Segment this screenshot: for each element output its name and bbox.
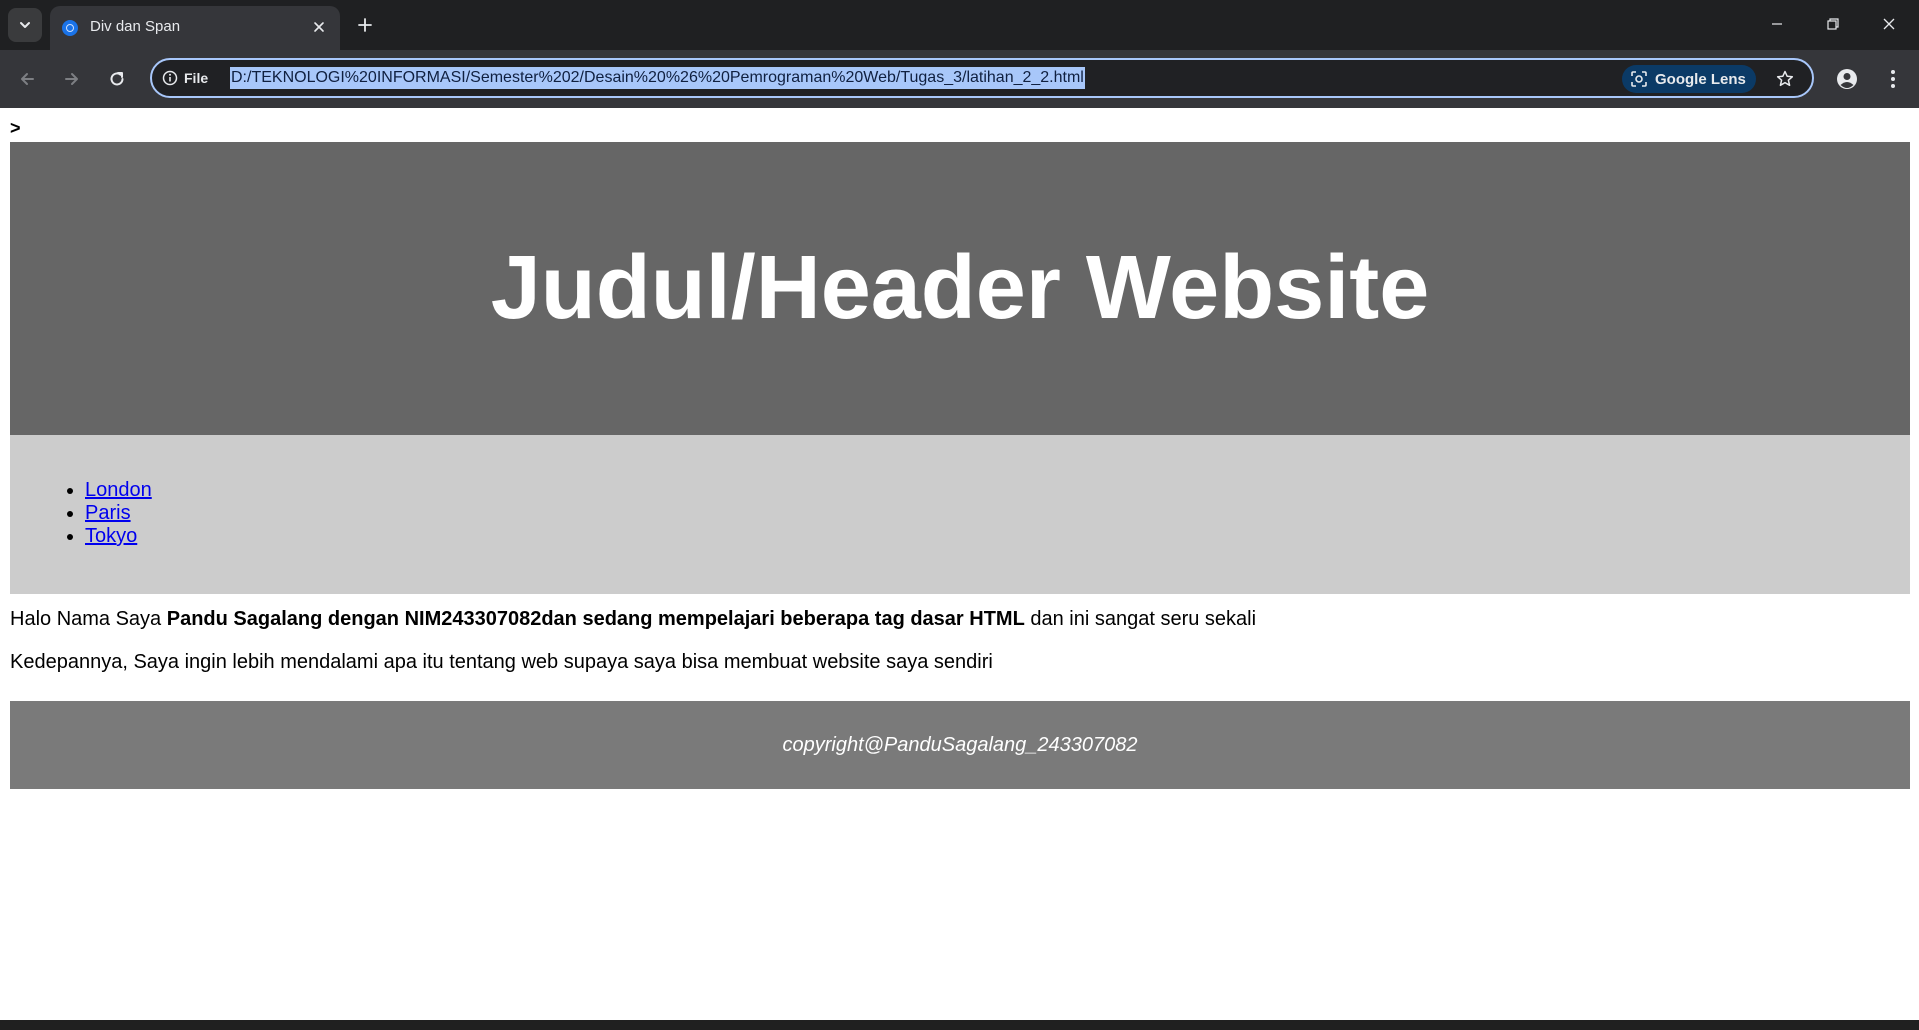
back-button[interactable] bbox=[12, 64, 42, 94]
nav-link-london[interactable]: London bbox=[85, 479, 152, 501]
arrow-right-icon bbox=[65, 73, 78, 85]
stray-text: > bbox=[10, 118, 21, 138]
copyright-text: copyright@PanduSagalang_243307082 bbox=[782, 733, 1138, 756]
restore-icon bbox=[1827, 18, 1839, 30]
list-item: London bbox=[85, 479, 152, 502]
url-input[interactable]: D:/TEKNOLOGI%20INFORMASI/Semester%202/De… bbox=[230, 67, 1085, 89]
site-nav: London Paris Tokyo bbox=[10, 435, 1910, 594]
plus-icon bbox=[358, 18, 372, 32]
list-item: Tokyo bbox=[85, 525, 152, 548]
active-tab[interactable]: Div dan Span bbox=[50, 6, 340, 50]
address-bar[interactable]: File D:/TEKNOLOGI%20INFORMASI/Semester%2… bbox=[150, 58, 1814, 98]
site-footer: copyright@PanduSagalang_243307082 bbox=[10, 701, 1910, 789]
reload-button[interactable] bbox=[102, 64, 132, 94]
intro-bold: Pandu Sagalang dengan NIM243307082dan se… bbox=[166, 608, 1025, 630]
google-lens-button[interactable]: Google Lens bbox=[1622, 65, 1756, 93]
reload-icon bbox=[110, 72, 124, 86]
restore-button[interactable] bbox=[1810, 8, 1856, 40]
bookmark-button[interactable] bbox=[1772, 66, 1798, 92]
page-viewport: > Judul/Header Website London Paris Toky… bbox=[0, 108, 1919, 1020]
tab-title: Div dan Span bbox=[90, 18, 181, 35]
profile-icon bbox=[1837, 69, 1857, 89]
google-lens-label: Google Lens bbox=[1655, 70, 1746, 88]
arrow-left-icon bbox=[21, 73, 34, 85]
nav-list: London Paris Tokyo bbox=[85, 479, 152, 548]
profile-button[interactable] bbox=[1832, 64, 1862, 94]
star-icon bbox=[1776, 70, 1794, 87]
intro-prefix: Halo Nama Saya bbox=[10, 608, 167, 630]
site-info-label: File bbox=[184, 70, 209, 86]
nav-link-paris[interactable]: Paris bbox=[85, 502, 131, 524]
browser-menu-button[interactable] bbox=[1880, 64, 1906, 94]
tab-strip: Div dan Span bbox=[0, 0, 1919, 50]
list-item: Paris bbox=[85, 502, 152, 525]
browser-toolbar: File D:/TEKNOLOGI%20INFORMASI/Semester%2… bbox=[0, 50, 1919, 108]
new-tab-button[interactable] bbox=[352, 12, 378, 38]
close-window-button[interactable] bbox=[1866, 8, 1912, 40]
close-icon bbox=[1883, 18, 1895, 30]
site-info-button[interactable]: File bbox=[162, 67, 208, 89]
chevron-down-icon bbox=[20, 22, 30, 28]
tab-search-button[interactable] bbox=[8, 8, 42, 42]
minimize-icon bbox=[1772, 23, 1782, 25]
intro-suffix: dan ini sangat seru sekali bbox=[1024, 608, 1257, 630]
minimize-button[interactable] bbox=[1754, 8, 1800, 40]
lens-icon bbox=[1631, 71, 1647, 87]
globe-icon bbox=[62, 20, 78, 36]
nav-link-tokyo[interactable]: Tokyo bbox=[85, 525, 137, 547]
more-vertical-icon bbox=[1891, 70, 1895, 88]
page-title: Judul/Header Website bbox=[490, 238, 1430, 338]
close-icon bbox=[314, 22, 324, 32]
site-header: Judul/Header Website bbox=[10, 142, 1910, 435]
forward-button[interactable] bbox=[57, 64, 87, 94]
intro-paragraph: Halo Nama Saya Pandu Sagalang dengan NIM… bbox=[10, 608, 1256, 631]
future-paragraph: Kedepannya, Saya ingin lebih mendalami a… bbox=[10, 651, 993, 673]
taskbar bbox=[0, 1020, 1919, 1030]
info-icon bbox=[162, 70, 178, 86]
tab-close-button[interactable] bbox=[308, 16, 330, 38]
